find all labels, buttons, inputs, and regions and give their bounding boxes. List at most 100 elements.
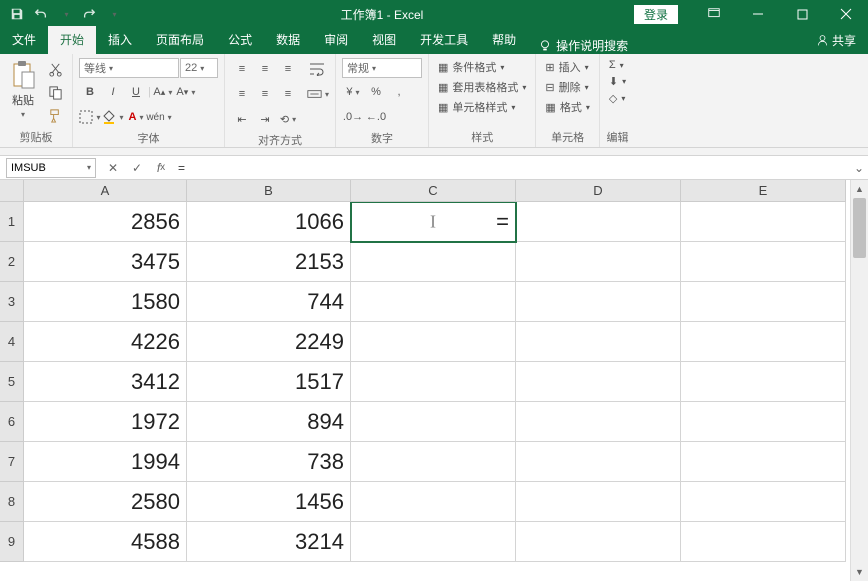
percent-icon[interactable]: % bbox=[365, 81, 387, 103]
insert-cells-button[interactable]: ⊞插入▾ bbox=[542, 58, 592, 76]
increase-font-icon[interactable]: A▴ bbox=[152, 81, 174, 103]
cell[interactable]: 1972 bbox=[24, 402, 187, 442]
vertical-scrollbar[interactable]: ▲ ▼ bbox=[850, 180, 868, 581]
cell[interactable] bbox=[516, 442, 681, 482]
maximize-button[interactable] bbox=[780, 0, 824, 28]
row-header-4[interactable]: 4 bbox=[0, 322, 24, 362]
cell[interactable]: 2249 bbox=[187, 322, 351, 362]
cell[interactable]: 1456 bbox=[187, 482, 351, 522]
fill-button[interactable]: ⬇▾ bbox=[606, 74, 629, 89]
border-button[interactable] bbox=[79, 106, 101, 128]
share-button[interactable]: 共享 bbox=[804, 27, 868, 54]
cell[interactable] bbox=[516, 482, 681, 522]
orientation-icon[interactable]: ⟲ bbox=[277, 108, 299, 130]
col-header-D[interactable]: D bbox=[516, 180, 681, 202]
cell[interactable] bbox=[351, 522, 516, 562]
cell[interactable]: 4588 bbox=[24, 522, 187, 562]
scroll-down-icon[interactable]: ▼ bbox=[851, 563, 868, 581]
tab-formulas[interactable]: 公式 bbox=[216, 26, 264, 54]
cell[interactable] bbox=[681, 482, 846, 522]
cell[interactable]: 744 bbox=[187, 282, 351, 322]
cell[interactable] bbox=[351, 402, 516, 442]
cell[interactable] bbox=[516, 282, 681, 322]
tab-file[interactable]: 文件 bbox=[0, 26, 48, 54]
cell[interactable] bbox=[681, 522, 846, 562]
cell[interactable]: 3214 bbox=[187, 522, 351, 562]
cell[interactable]: 1066 bbox=[187, 202, 351, 242]
expand-formula-bar[interactable]: ⌄ bbox=[850, 161, 868, 175]
cell[interactable]: 3475 bbox=[24, 242, 187, 282]
tab-page-layout[interactable]: 页面布局 bbox=[144, 26, 216, 54]
delete-cells-button[interactable]: ⊟删除▾ bbox=[542, 78, 592, 96]
formula-input[interactable]: = bbox=[172, 161, 850, 175]
cell[interactable] bbox=[681, 362, 846, 402]
align-center-icon[interactable]: ≡ bbox=[254, 83, 276, 105]
row-header-8[interactable]: 8 bbox=[0, 482, 24, 522]
underline-button[interactable]: U bbox=[125, 81, 147, 103]
fill-color-button[interactable] bbox=[102, 106, 124, 128]
row-header-3[interactable]: 3 bbox=[0, 282, 24, 322]
cell[interactable]: 4226 bbox=[24, 322, 187, 362]
enter-formula-icon[interactable]: ✓ bbox=[126, 158, 148, 178]
scroll-up-icon[interactable]: ▲ bbox=[851, 180, 868, 198]
align-top-icon[interactable]: ≡ bbox=[231, 58, 253, 80]
fx-icon[interactable]: fx bbox=[150, 158, 172, 178]
autosum-button[interactable]: Σ▾ bbox=[606, 58, 629, 72]
cell[interactable]: 2856 bbox=[24, 202, 187, 242]
decrease-font-icon[interactable]: A▾ bbox=[175, 81, 197, 103]
merge-center-icon[interactable] bbox=[307, 83, 329, 105]
align-middle-icon[interactable]: ≡ bbox=[254, 58, 276, 80]
tab-review[interactable]: 审阅 bbox=[312, 26, 360, 54]
cell[interactable] bbox=[681, 282, 846, 322]
scroll-thumb[interactable] bbox=[853, 198, 866, 258]
cell[interactable] bbox=[516, 522, 681, 562]
wrap-text-icon[interactable] bbox=[307, 58, 329, 80]
row-header-1[interactable]: 1 bbox=[0, 202, 24, 242]
cell[interactable]: I= bbox=[351, 202, 516, 242]
col-header-B[interactable]: B bbox=[187, 180, 351, 202]
cell[interactable] bbox=[351, 442, 516, 482]
tab-help[interactable]: 帮助 bbox=[480, 26, 528, 54]
paste-button[interactable]: 粘贴 ▾ bbox=[6, 58, 40, 121]
ribbon-options-icon[interactable] bbox=[692, 0, 736, 28]
cell[interactable] bbox=[516, 202, 681, 242]
redo-icon[interactable] bbox=[78, 3, 100, 25]
cell-styles-button[interactable]: ▦单元格样式▾ bbox=[435, 98, 529, 116]
cell[interactable] bbox=[351, 322, 516, 362]
increase-indent-icon[interactable]: ⇥ bbox=[254, 108, 276, 130]
tab-view[interactable]: 视图 bbox=[360, 26, 408, 54]
tab-developer[interactable]: 开发工具 bbox=[408, 26, 480, 54]
name-box[interactable]: IMSUB▾ bbox=[6, 158, 96, 178]
row-header-5[interactable]: 5 bbox=[0, 362, 24, 402]
qat-customize-dropdown[interactable] bbox=[102, 3, 124, 25]
col-header-E[interactable]: E bbox=[681, 180, 846, 202]
save-icon[interactable] bbox=[6, 3, 28, 25]
cell[interactable] bbox=[681, 202, 846, 242]
cell[interactable]: 894 bbox=[187, 402, 351, 442]
cell[interactable] bbox=[516, 402, 681, 442]
font-name-select[interactable]: 等线 bbox=[79, 58, 179, 78]
row-header-7[interactable]: 7 bbox=[0, 442, 24, 482]
currency-icon[interactable]: ¥ bbox=[342, 81, 364, 103]
conditional-format-button[interactable]: ▦条件格式▾ bbox=[435, 58, 529, 76]
cell[interactable] bbox=[681, 242, 846, 282]
login-button[interactable]: 登录 bbox=[634, 5, 678, 24]
font-color-button[interactable]: A bbox=[125, 106, 147, 128]
comma-icon[interactable]: , bbox=[388, 81, 410, 103]
cell[interactable] bbox=[516, 242, 681, 282]
close-button[interactable] bbox=[824, 0, 868, 28]
row-header-2[interactable]: 2 bbox=[0, 242, 24, 282]
tab-insert[interactable]: 插入 bbox=[96, 26, 144, 54]
format-painter-icon[interactable] bbox=[44, 104, 66, 126]
tab-home[interactable]: 开始 bbox=[48, 26, 96, 54]
copy-icon[interactable] bbox=[44, 81, 66, 103]
align-bottom-icon[interactable]: ≡ bbox=[277, 58, 299, 80]
bold-button[interactable]: B bbox=[79, 81, 101, 103]
row-header-6[interactable]: 6 bbox=[0, 402, 24, 442]
cell[interactable] bbox=[681, 322, 846, 362]
italic-button[interactable]: I bbox=[102, 81, 124, 103]
cell[interactable]: 2580 bbox=[24, 482, 187, 522]
cell[interactable] bbox=[516, 322, 681, 362]
cell[interactable] bbox=[351, 242, 516, 282]
cancel-formula-icon[interactable]: ✕ bbox=[102, 158, 124, 178]
